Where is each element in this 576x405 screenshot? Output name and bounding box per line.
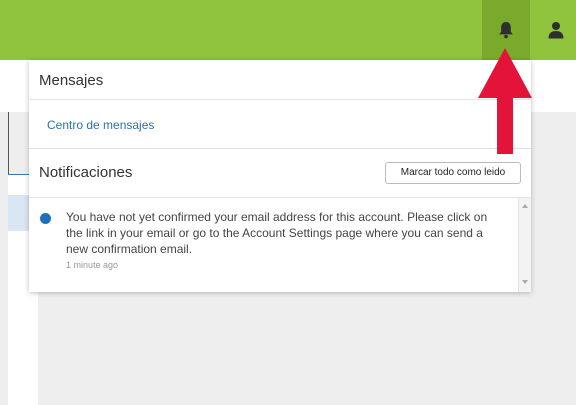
user-icon bbox=[548, 22, 564, 39]
notifications-button[interactable] bbox=[482, 0, 530, 60]
notifications-list: You have not yet confirmed your email ad… bbox=[29, 198, 531, 292]
notifications-scrollbar[interactable] bbox=[518, 198, 531, 292]
scroll-up-icon[interactable] bbox=[522, 204, 528, 208]
unread-dot-icon bbox=[40, 213, 51, 224]
user-menu-button[interactable] bbox=[536, 0, 576, 60]
notification-item[interactable]: You have not yet confirmed your email ad… bbox=[29, 198, 516, 292]
scroll-down-icon[interactable] bbox=[522, 280, 528, 284]
notifications-header: Notificaciones Marcar todo como leido bbox=[29, 148, 531, 198]
top-navbar bbox=[0, 0, 576, 60]
messages-heading: Mensajes bbox=[29, 60, 531, 100]
messages-link-row: Centro de mensajes bbox=[29, 100, 531, 148]
notification-time: 1 minute ago bbox=[66, 260, 119, 270]
notifications-heading: Notificaciones bbox=[39, 164, 133, 181]
mark-all-read-button[interactable]: Marcar todo como leido bbox=[385, 162, 521, 184]
message-center-link[interactable]: Centro de mensajes bbox=[47, 118, 154, 132]
bell-icon bbox=[499, 22, 513, 39]
notifications-dropdown: Mensajes Centro de mensajes Notificacion… bbox=[29, 60, 531, 292]
notification-text: You have not yet confirmed your email ad… bbox=[66, 210, 488, 256]
